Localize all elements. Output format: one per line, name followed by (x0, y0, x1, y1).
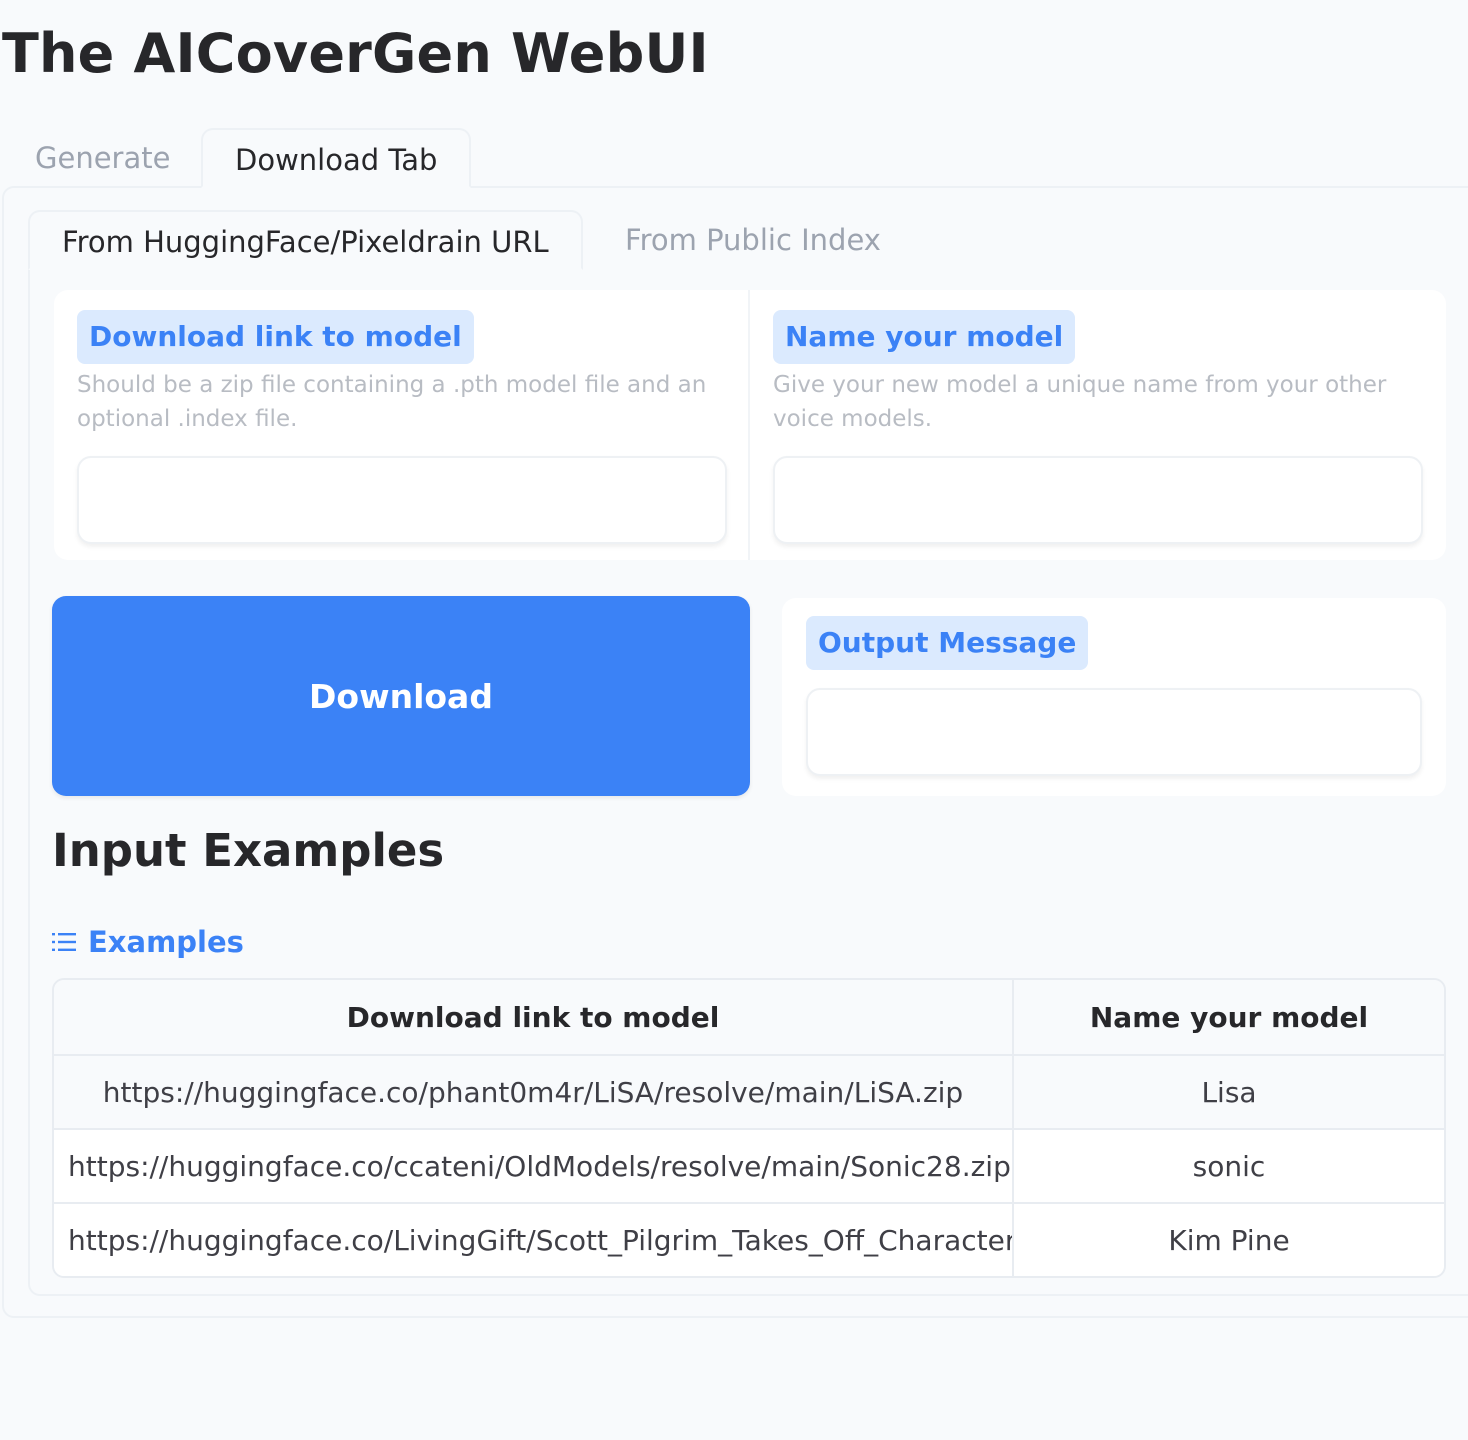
sub-tab-bar: From HuggingFace/Pixeldrain URL From Pub… (0, 210, 1468, 270)
subtab-url[interactable]: From HuggingFace/Pixeldrain URL (28, 210, 583, 270)
model-name-label: Name your model (773, 310, 1076, 364)
form-divider (748, 290, 750, 560)
example-name-cell: sonic (1192, 1149, 1266, 1183)
subtab-public-index[interactable]: From Public Index (625, 210, 881, 270)
input-examples-heading: Input Examples (52, 824, 445, 877)
example-link-cell: https://huggingface.co/phant0m4r/LiSA/re… (54, 1056, 1014, 1128)
example-link-cell: https://huggingface.co/LivingGift/Scott_… (54, 1204, 1014, 1276)
page-title: The AICoverGen WebUI (2, 22, 709, 85)
table-row[interactable]: https://huggingface.co/LivingGift/Scott_… (54, 1202, 1444, 1276)
download-link-input[interactable] (77, 456, 727, 544)
example-name-cell: Kim Pine (1168, 1223, 1290, 1257)
table-row[interactable]: https://huggingface.co/phant0m4r/LiSA/re… (54, 1054, 1444, 1128)
table-row[interactable]: https://huggingface.co/ccateni/OldModels… (54, 1128, 1444, 1202)
examples-header: Examples (52, 922, 244, 962)
tab-download[interactable]: Download Tab (201, 128, 472, 188)
download-link-info: Should be a zip file containing a .pth m… (77, 372, 707, 432)
download-button[interactable]: Download (52, 596, 750, 796)
download-link-label: Download link to model (77, 310, 474, 364)
example-name-cell: Lisa (1201, 1075, 1257, 1109)
column-header-name: Name your model (1089, 1000, 1369, 1034)
model-name-info: Give your new model a unique name from y… (773, 372, 1387, 432)
examples-table: Download link to model Name your model h… (52, 978, 1446, 1278)
example-link-cell: https://huggingface.co/ccateni/OldModels… (54, 1130, 1014, 1202)
model-name-input[interactable] (773, 456, 1423, 544)
output-message-label: Output Message (806, 616, 1089, 670)
table-header-row: Download link to model Name your model (54, 980, 1444, 1054)
column-header-link: Download link to model (54, 980, 1014, 1054)
tab-generate[interactable]: Generate (35, 128, 170, 188)
main-tab-bar: Generate Download Tab (0, 128, 1468, 188)
list-icon (52, 933, 76, 951)
examples-label: Examples (88, 925, 244, 959)
output-message-field[interactable] (806, 688, 1422, 776)
